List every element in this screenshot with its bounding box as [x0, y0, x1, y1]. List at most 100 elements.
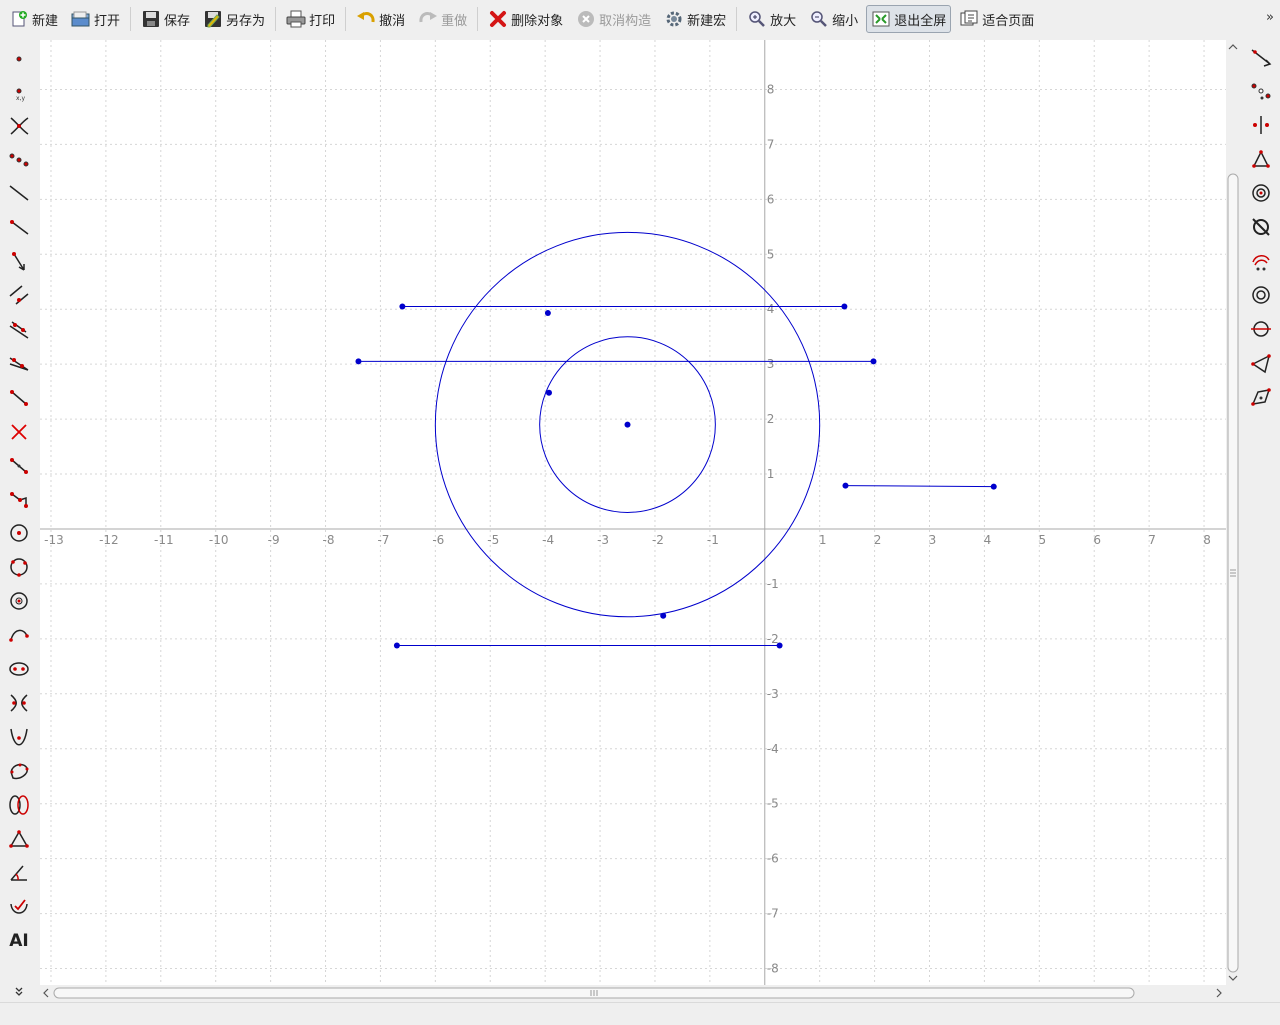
segment-endpoint[interactable] — [870, 358, 877, 365]
line-icon[interactable] — [6, 180, 32, 206]
homothety-icon[interactable] — [1248, 384, 1274, 410]
gear-icon — [664, 9, 684, 29]
circle-dot-icon[interactable] — [1248, 282, 1274, 308]
reflect-point-icon[interactable] — [1248, 78, 1274, 104]
main-toolbar: 新建 打开 保存 另存为 打印 撤消 重做 删除对象 取消构造 新建宏 放大 缩… — [0, 0, 1280, 38]
right-tool-palette — [1240, 40, 1280, 440]
x-tick-label: -7 — [377, 533, 389, 547]
more-tools-chevron-icon[interactable] — [6, 984, 32, 998]
save-button[interactable]: 保存 — [136, 5, 195, 33]
polyline-icon[interactable] — [6, 452, 32, 478]
x-tick-label: 7 — [1148, 533, 1156, 547]
x-tick-label: -3 — [597, 533, 609, 547]
circle-center-point-icon[interactable] — [6, 520, 32, 546]
coordinate-plane[interactable]: -13 -12 -11 -10 -9 -8 -7 -6 -5 -4 -3 -2 -1 1 2 3 4 5 6 7 887… — [40, 40, 1226, 985]
vertical-scrollbar[interactable] — [1226, 40, 1240, 985]
save-as-button[interactable]: 另存为 — [198, 5, 270, 33]
circle-center-radius-icon[interactable] — [6, 588, 32, 614]
open-button-label: 打开 — [94, 13, 121, 29]
open-button[interactable]: 打开 — [66, 5, 125, 33]
scroll-left-arrow[interactable] — [43, 988, 49, 998]
segment-icon[interactable] — [6, 384, 32, 410]
print-button[interactable]: 打印 — [281, 5, 340, 33]
parallel-line-icon[interactable] — [6, 282, 32, 308]
segment-endpoint[interactable] — [393, 642, 400, 649]
new-macro-button[interactable]: 新建宏 — [659, 5, 731, 33]
svg-text:x,y: x,y — [16, 95, 25, 102]
geometry-canvas[interactable]: -13 -12 -11 -10 -9 -8 -7 -6 -5 -4 -3 -2 -1 1 2 3 4 5 6 7 8 8 7… — [40, 40, 1226, 985]
open-folder-icon — [71, 9, 91, 29]
ray-icon[interactable] — [6, 214, 32, 240]
segment-endpoint[interactable] — [776, 642, 783, 649]
point[interactable] — [544, 310, 551, 317]
crossed-circle-icon[interactable] — [1248, 214, 1274, 240]
new-button[interactable]: 新建 — [4, 5, 63, 33]
scroll-down-arrow[interactable] — [1228, 975, 1238, 981]
conic-icon[interactable] — [6, 758, 32, 784]
circle-three-points-icon[interactable] — [6, 554, 32, 580]
segment-endpoint[interactable] — [842, 482, 849, 489]
x-tick-label: -2 — [652, 533, 664, 547]
ellipse-icon[interactable] — [6, 656, 32, 682]
point[interactable] — [660, 612, 667, 619]
zoom-in-button[interactable]: 放大 — [742, 5, 801, 33]
red-x-icon — [488, 9, 508, 29]
save-as-pencil-icon — [203, 9, 223, 29]
y-tick-label: 2 — [767, 412, 775, 426]
point-icon[interactable] — [6, 44, 32, 70]
segment-endpoint[interactable] — [355, 358, 362, 365]
redo-button[interactable]: 重做 — [413, 5, 472, 33]
locus-icon[interactable] — [6, 894, 32, 920]
circle-line-icon[interactable] — [1248, 316, 1274, 342]
delete-object-button[interactable]: 删除对象 — [483, 5, 568, 33]
point[interactable] — [545, 389, 552, 396]
toolbar-separator — [275, 7, 277, 31]
angle-icon[interactable] — [6, 860, 32, 886]
point[interactable] — [624, 421, 631, 428]
x-tick-label: 5 — [1038, 533, 1046, 547]
scroll-right-arrow[interactable] — [1216, 988, 1222, 998]
save-as-button-label: 另存为 — [226, 13, 266, 29]
spiral-icon[interactable] — [1248, 180, 1274, 206]
point-by-coords-icon[interactable]: x,y — [6, 78, 32, 104]
fit-page-button[interactable]: 适合页面 — [954, 5, 1039, 33]
dilate-icon[interactable] — [1248, 248, 1274, 274]
triangle-icon[interactable] — [6, 826, 32, 852]
segment-endpoint[interactable] — [399, 303, 406, 310]
arc-icon[interactable] — [6, 622, 32, 648]
segment[interactable] — [845, 485, 994, 488]
angle-bisector-icon[interactable] — [6, 350, 32, 376]
x-tick-label: 4 — [984, 533, 992, 547]
segment-endpoint[interactable] — [990, 483, 997, 490]
undo-button[interactable]: 撤消 — [351, 5, 410, 33]
segment-delete-icon[interactable] — [6, 418, 32, 444]
polygon-icon[interactable] — [6, 486, 32, 512]
cancel-construct-button[interactable]: 取消构造 — [571, 5, 656, 33]
hyperbola-icon[interactable] — [6, 690, 32, 716]
zoom-out-button[interactable]: 缩小 — [804, 5, 863, 33]
parabola-icon[interactable] — [6, 724, 32, 750]
y-tick-label: -6 — [767, 852, 779, 866]
segment-endpoint[interactable] — [841, 303, 848, 310]
mirror-axis-icon[interactable] — [1248, 112, 1274, 138]
toolbar-separator — [477, 7, 479, 31]
toolbar-more-chevron[interactable]: » — [1266, 10, 1274, 25]
horizontal-scrollbar[interactable] — [40, 985, 1226, 1001]
vector-icon[interactable] — [6, 248, 32, 274]
y-tick-label: -3 — [767, 687, 779, 701]
scroll-up-arrow[interactable] — [1228, 44, 1238, 50]
x-tick-label: -5 — [487, 533, 499, 547]
x-tick-label: -9 — [268, 533, 280, 547]
rotate-icon[interactable] — [1248, 146, 1274, 172]
zoom-out-button-label: 缩小 — [832, 13, 859, 29]
exit-fullscreen-button[interactable]: 退出全屏 — [866, 5, 952, 33]
y-tick-label: 6 — [767, 192, 775, 206]
x-tick-label: -13 — [44, 533, 64, 547]
text-label-icon[interactable]: AI — [6, 928, 32, 954]
bezier-icon[interactable] — [6, 792, 32, 818]
reflect-line-icon[interactable] — [1248, 44, 1274, 70]
midpoint-icon[interactable] — [6, 146, 32, 172]
perpendicular-line-icon[interactable] — [6, 316, 32, 342]
intersection-point-icon[interactable] — [6, 112, 32, 138]
translate-icon[interactable] — [1248, 350, 1274, 376]
